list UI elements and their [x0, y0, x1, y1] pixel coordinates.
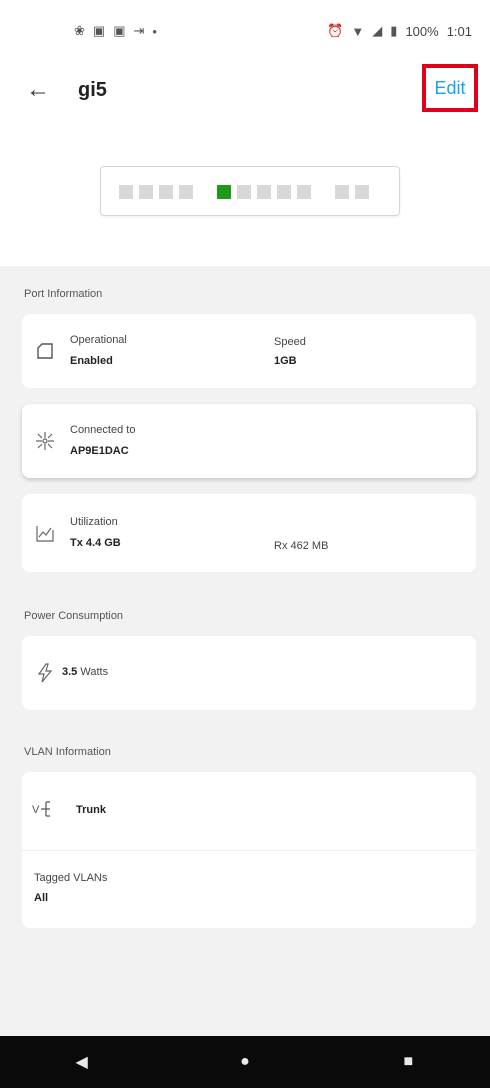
speed-label: Speed [274, 336, 306, 348]
port [355, 185, 369, 199]
status-right-icons: ⏰ ▼ ◢ ▮ 100% 1:01 [327, 23, 472, 39]
wifi-icon: ▼ [351, 23, 365, 39]
utilization-label: Utilization [70, 516, 118, 528]
power-value: 3.5 [62, 666, 78, 678]
connected-to-value: AP9E1DAC [70, 445, 129, 457]
utilization-card: Utilization Tx 4.4 GB Rx 462 MB [22, 494, 476, 572]
section-title-port-information: Port Information [24, 288, 103, 300]
notification-icon: ▣ [92, 23, 106, 38]
nav-back-icon[interactable]: ◀ [62, 1052, 102, 1072]
operational-card: Operational Enabled Speed 1GB [22, 314, 476, 388]
port [139, 185, 153, 199]
notification-icon: ⇥ [133, 23, 145, 38]
tagged-vlans-label: Tagged VLANs [34, 872, 108, 884]
vlan-divider [22, 850, 476, 851]
nav-recents-icon[interactable]: ■ [388, 1053, 428, 1071]
port [277, 185, 291, 199]
port-details: Port Information Operational Enabled Spe… [0, 266, 490, 1036]
port-active [217, 185, 231, 199]
power-unit: Watts [80, 666, 109, 678]
status-left-icons: ❀ ▣ ▣ ⇥ • [74, 23, 157, 39]
connected-to-label: Connected to [70, 424, 136, 436]
battery-icon: ▮ [390, 23, 398, 38]
rx-value: Rx 462 MB [274, 540, 329, 552]
edit-button[interactable]: Edit [434, 78, 465, 99]
port [159, 185, 173, 199]
power-card: 3.5 Watts [22, 636, 476, 710]
system-nav-bar: ◀ ● ■ [0, 1036, 490, 1088]
clock: 1:01 [446, 23, 472, 39]
network-device-icon [34, 430, 56, 452]
port [237, 185, 251, 199]
section-title-vlan-information: VLAN Information [24, 746, 111, 758]
page-title: gi5 [78, 78, 107, 101]
operational-value: Enabled [70, 355, 113, 367]
status-bar: ❀ ▣ ▣ ⇥ • ⏰ ▼ ◢ ▮ 100% 1:01 [0, 0, 490, 62]
port [119, 185, 133, 199]
switch-port-strip [100, 166, 400, 216]
battery-percent: 100% [405, 23, 439, 39]
utilization-chart-icon [34, 522, 56, 544]
section-title-power-consumption: Power Consumption [24, 610, 124, 622]
connected-to-card[interactable]: Connected to AP9E1DAC [22, 404, 476, 478]
notification-icon: ▣ [113, 23, 126, 38]
port [335, 185, 349, 199]
nav-home-icon[interactable]: ● [225, 1053, 265, 1071]
power-reading: 3.5 Watts [62, 666, 108, 678]
port-graphic-area [0, 118, 490, 266]
vlan-card: V Trunk Tagged VLANs All [22, 772, 476, 928]
signal-icon: ◢ [372, 23, 383, 38]
port [179, 185, 193, 199]
notification-icon: ❀ [74, 23, 85, 38]
edit-highlight-box: Edit [422, 64, 478, 112]
alarm-icon: ⏰ [327, 23, 344, 38]
vlan-icon: V [32, 798, 60, 820]
app-bar: ← gi5 Edit [0, 62, 490, 118]
operational-label: Operational [70, 334, 127, 346]
port [297, 185, 311, 199]
notification-dot-icon: • [152, 23, 157, 39]
port [257, 185, 271, 199]
speed-value: 1GB [274, 355, 297, 367]
lightning-icon [34, 662, 56, 684]
port-status-icon [34, 340, 56, 362]
tx-value: Tx 4.4 GB [70, 537, 121, 549]
back-arrow-icon[interactable]: ← [16, 68, 60, 112]
tagged-vlans-value: All [34, 892, 49, 904]
vlan-mode: Trunk [76, 804, 106, 816]
svg-text:V: V [32, 804, 40, 816]
